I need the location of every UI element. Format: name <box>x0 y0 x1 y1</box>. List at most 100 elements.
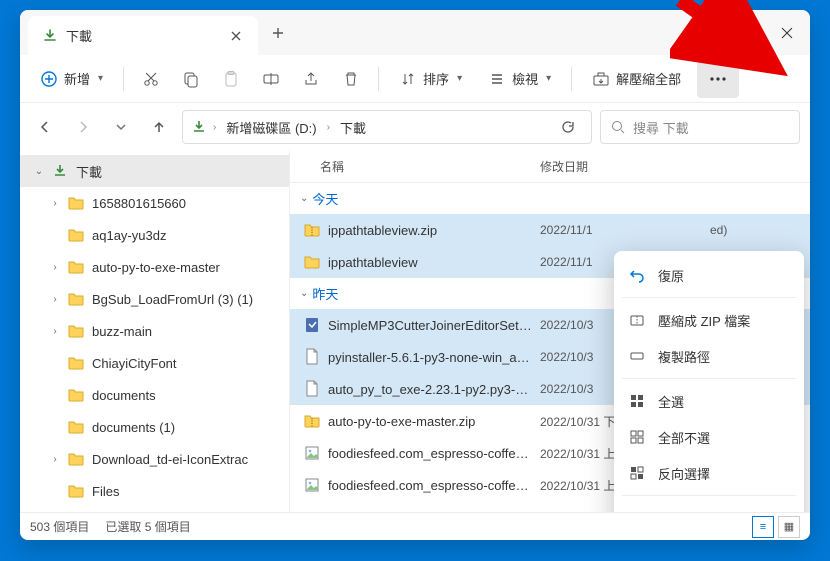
file-type: ed) <box>710 223 810 237</box>
breadcrumb-segment[interactable]: 下載 <box>336 114 370 141</box>
sidebar-item[interactable]: Files <box>20 475 289 507</box>
file-row[interactable]: ippathtableview.zip2022/11/1ed) <box>290 214 810 246</box>
folder-icon <box>66 385 86 405</box>
file-icon <box>302 475 322 495</box>
sidebar-item[interactable]: ›1658801615660 <box>20 187 289 219</box>
paste-button[interactable] <box>214 64 248 94</box>
chevron-down-icon: ⌄ <box>28 166 50 177</box>
undo-icon <box>628 266 646 284</box>
active-tab[interactable]: 下載 <box>28 16 258 55</box>
selected-count: 已選取 5 個項目 <box>105 518 190 535</box>
chevron-icon: › <box>44 326 66 337</box>
paste-icon <box>222 70 240 88</box>
annotation-arrow <box>670 0 790 90</box>
file-icon <box>302 347 322 367</box>
rename-icon <box>262 70 280 88</box>
grid-view-button[interactable]: ▦ <box>778 516 800 538</box>
status-bar: 503 個項目 已選取 5 個項目 ≡ ▦ <box>20 512 810 540</box>
rename-button[interactable] <box>254 64 288 94</box>
wrench-icon <box>628 509 646 512</box>
tab-close-button[interactable] <box>228 28 244 44</box>
file-name: auto_py_to_exe-2.23.1-py2.py3-none-... <box>328 382 540 397</box>
menu-select-all[interactable]: 全選 <box>614 383 804 419</box>
cut-icon <box>142 70 160 88</box>
sidebar-item[interactable]: ›auto-py-to-exe-master <box>20 251 289 283</box>
chevron-down-icon: ▾ <box>98 73 103 84</box>
file-name: auto-py-to-exe-master.zip <box>328 414 540 429</box>
forward-button[interactable] <box>68 112 98 142</box>
folder-icon <box>66 225 86 245</box>
file-icon <box>302 443 322 463</box>
file-icon <box>302 315 322 335</box>
chevron-down-icon: ▾ <box>546 73 551 84</box>
file-name: pyinstaller-5.6.1-py3-none-win_amd6... <box>328 350 540 365</box>
sort-icon <box>399 70 417 88</box>
up-button[interactable] <box>144 112 174 142</box>
search-box[interactable]: 搜尋 下載 <box>600 110 800 144</box>
chevron-icon: › <box>44 294 66 305</box>
file-name: foodiesfeed.com_espresso-coffee-on-... <box>328 446 540 461</box>
file-icon <box>302 220 322 240</box>
sidebar-item[interactable]: documents <box>20 379 289 411</box>
sidebar-item[interactable]: aq1ay-yu3dz <box>20 219 289 251</box>
menu-select-none[interactable]: 全部不選 <box>614 419 804 455</box>
zip-icon <box>628 311 646 329</box>
details-view-button[interactable]: ≡ <box>752 516 774 538</box>
download-icon <box>50 161 70 181</box>
item-count: 503 個項目 <box>30 518 89 535</box>
chevron-icon: › <box>44 262 66 273</box>
menu-invert[interactable]: 反向選擇 <box>614 455 804 491</box>
new-button[interactable]: 新增 ▾ <box>30 63 113 94</box>
file-name: SimpleMP3CutterJoinerEditorSetup.exe <box>328 318 540 333</box>
file-icon <box>302 252 322 272</box>
cut-button[interactable] <box>134 64 168 94</box>
trash-icon <box>342 70 360 88</box>
sidebar-item[interactable]: ›Download_td-ei-IconExtrac <box>20 443 289 475</box>
folder-icon <box>66 481 86 501</box>
address-bar[interactable]: › 新增磁碟區 (D:) › 下載 <box>182 110 592 144</box>
view-icon <box>488 70 506 88</box>
path-icon <box>628 347 646 365</box>
sidebar-item[interactable]: ChiayiCityFont <box>20 347 289 379</box>
col-date[interactable]: 修改日期 <box>540 158 710 175</box>
plus-circle-icon <box>40 70 58 88</box>
menu-undo[interactable]: 復原 <box>614 257 804 293</box>
menu-properties[interactable]: 內容 <box>614 500 804 512</box>
invert-icon <box>628 464 646 482</box>
chevron-down-icon[interactable] <box>106 112 136 142</box>
new-tab-button[interactable] <box>258 10 298 55</box>
folder-icon <box>66 193 86 213</box>
share-button[interactable] <box>294 64 328 94</box>
delete-button[interactable] <box>334 64 368 94</box>
search-placeholder: 搜尋 下載 <box>633 118 689 137</box>
tab-title: 下載 <box>66 26 220 45</box>
file-name: ippathtableview.zip <box>328 223 540 238</box>
file-icon <box>302 379 322 399</box>
sidebar-item[interactable]: documents (1) <box>20 411 289 443</box>
refresh-button[interactable] <box>553 112 583 142</box>
sidebar-item[interactable]: ›BgSub_LoadFromUrl (3) (1) <box>20 283 289 315</box>
column-header: 名稱 修改日期 <box>290 151 810 183</box>
folder-icon <box>66 289 86 309</box>
folder-icon <box>66 257 86 277</box>
select-none-icon <box>628 428 646 446</box>
folder-icon <box>66 449 86 469</box>
group-header[interactable]: ⌄今天 <box>290 183 810 214</box>
chevron-down-icon: ▾ <box>457 73 462 84</box>
col-name[interactable]: 名稱 <box>290 158 540 175</box>
breadcrumb-segment[interactable]: 新增磁碟區 (D:) <box>222 114 320 141</box>
folder-icon <box>66 417 86 437</box>
menu-copy-path[interactable]: 複製路徑 <box>614 338 804 374</box>
copy-button[interactable] <box>174 64 208 94</box>
chevron-icon: › <box>44 454 66 465</box>
chevron-icon: › <box>44 198 66 209</box>
back-button[interactable] <box>30 112 60 142</box>
menu-zip[interactable]: 壓縮成 ZIP 檔案 <box>614 302 804 338</box>
sidebar-root-downloads[interactable]: ⌄ 下載 <box>20 155 289 187</box>
folder-icon <box>66 353 86 373</box>
sort-button[interactable]: 排序 ▾ <box>389 63 472 94</box>
share-icon <box>302 70 320 88</box>
sidebar-item[interactable]: ›buzz-main <box>20 315 289 347</box>
view-button[interactable]: 檢視 ▾ <box>478 63 561 94</box>
chevron-down-icon: ⌄ <box>300 193 308 204</box>
